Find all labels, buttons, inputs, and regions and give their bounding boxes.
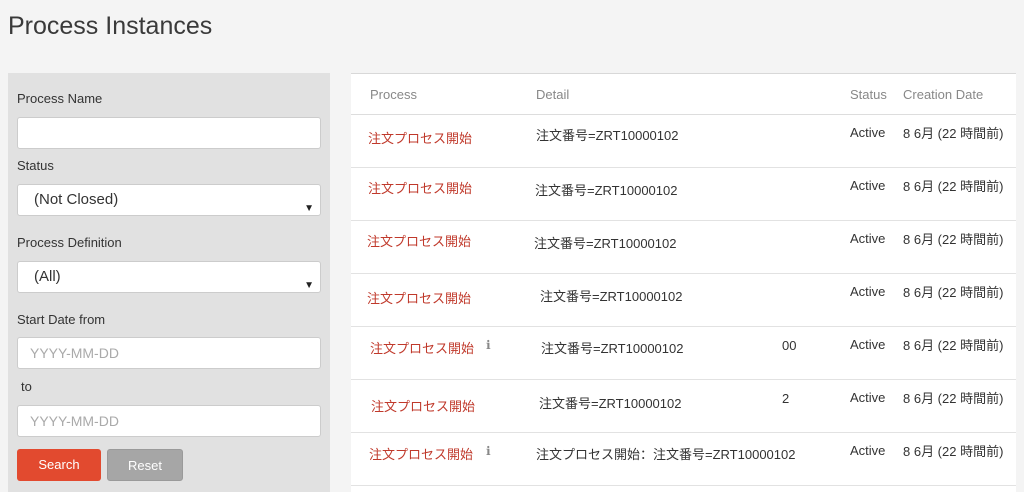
column-header-creation-date[interactable]: Creation Date bbox=[903, 87, 983, 102]
process-instances-table: Process Detail Status Creation Date 注文プロ… bbox=[351, 73, 1016, 492]
info-icon[interactable]: ℹ bbox=[486, 444, 491, 458]
process-link[interactable]: 注文プロセス開始 bbox=[371, 396, 475, 415]
start-date-from-input[interactable] bbox=[17, 337, 321, 369]
status-cell: Active bbox=[850, 337, 886, 352]
detail-cell: 注文番号=ZRT10000102 bbox=[540, 289, 683, 304]
caret-down-icon: ▼ bbox=[304, 203, 314, 214]
process-definition-select-value: (All) bbox=[34, 268, 61, 285]
process-link[interactable]: 注文プロセス開始 bbox=[369, 444, 473, 463]
status-cell: Active bbox=[850, 231, 886, 246]
start-date-from-label: Start Date from bbox=[17, 312, 106, 327]
process-definition-select[interactable]: (All) ▼ bbox=[17, 261, 321, 293]
creation-date-cell: 8 6月 (22 時間前) bbox=[903, 232, 1004, 247]
table-row[interactable]: 注文プロセス開始 注文番号=ZRT10000102 Active 8 6月 (2… bbox=[351, 221, 1016, 274]
process-link[interactable]: 注文プロセス開始 bbox=[368, 178, 472, 197]
column-header-status[interactable]: Status bbox=[850, 87, 887, 102]
creation-date-cell: 8 6月 (22 時間前) bbox=[903, 179, 1004, 194]
detail-fragment: 00 bbox=[782, 338, 797, 353]
detail-fragment: 2 bbox=[782, 391, 790, 406]
status-cell: Active bbox=[850, 125, 886, 140]
creation-date-cell: 8 6月 (22 時間前) bbox=[903, 444, 1004, 459]
status-select[interactable]: (Not Closed) ▼ bbox=[17, 184, 321, 216]
process-link[interactable]: 注文プロセス開始 bbox=[367, 288, 471, 307]
filter-panel: Process Name Status (Not Closed) ▼ Proce… bbox=[8, 73, 330, 492]
info-icon[interactable]: ℹ bbox=[486, 338, 491, 352]
detail-cell: 注文番号=ZRT10000102 bbox=[541, 341, 684, 356]
creation-date-cell: 8 6月 (22 時間前) bbox=[903, 391, 1004, 406]
creation-date-cell: 8 6月 (22 時間前) bbox=[903, 338, 1004, 353]
to-label: to bbox=[21, 379, 32, 394]
table-row[interactable]: 注文プロセス開始 注文番号=ZRT10000102 Active 8 6月 (2… bbox=[351, 115, 1016, 168]
start-date-to-input[interactable] bbox=[17, 405, 321, 437]
status-select-value: (Not Closed) bbox=[34, 191, 119, 208]
column-header-process[interactable]: Process bbox=[370, 87, 417, 102]
detail-cell: 注文番号=ZRT10000102 bbox=[536, 128, 679, 143]
status-cell: Active bbox=[850, 443, 886, 458]
column-header-detail[interactable]: Detail bbox=[536, 87, 569, 102]
creation-date-cell: 8 6月 (22 時間前) bbox=[903, 126, 1004, 141]
process-link[interactable]: 注文プロセス開始 bbox=[368, 128, 472, 147]
process-definition-label: Process Definition bbox=[17, 235, 122, 250]
caret-down-icon: ▼ bbox=[304, 280, 314, 291]
detail-cell: 注文番号=ZRT10000102 bbox=[535, 183, 678, 198]
process-link[interactable]: 注文プロセス開始 bbox=[370, 338, 474, 357]
table-row[interactable]: 注文プロセス開始 注文番号=ZRT10000102 Active 8 6月 (2… bbox=[351, 274, 1016, 327]
table-row[interactable]: 注文プロセス開始 注文番号=ZRT10000102 Active 8 6月 (2… bbox=[351, 168, 1016, 221]
detail-cell: 注文プロセス開始：注文番号=ZRT10000102 bbox=[536, 447, 796, 462]
table-row[interactable]: 注文プロセス開始 注文番号=ZRT10000102 2 Active 8 6月 … bbox=[351, 380, 1016, 433]
process-name-label: Process Name bbox=[17, 91, 103, 106]
process-name-input[interactable] bbox=[17, 117, 321, 149]
search-button[interactable]: Search bbox=[17, 449, 101, 481]
status-cell: Active bbox=[850, 284, 886, 299]
status-cell: Active bbox=[850, 390, 886, 405]
status-cell: Active bbox=[850, 178, 886, 193]
table-row[interactable]: 注文プロセス開始 ℹ 注文プロセス開始：注文番号=ZRT10000102 Act… bbox=[351, 433, 1016, 486]
process-link[interactable]: 注文プロセス開始 bbox=[367, 231, 471, 250]
creation-date-cell: 8 6月 (22 時間前) bbox=[903, 285, 1004, 300]
detail-cell: 注文番号=ZRT10000102 bbox=[534, 236, 677, 251]
table-row[interactable]: 注文プロセス開始 ℹ 注文番号=ZRT10000102 00 Active 8 … bbox=[351, 327, 1016, 380]
status-label: Status bbox=[17, 158, 54, 173]
page-title: Process Instances bbox=[8, 12, 213, 40]
reset-button[interactable]: Reset bbox=[107, 449, 183, 481]
detail-cell: 注文番号=ZRT10000102 bbox=[539, 396, 682, 411]
